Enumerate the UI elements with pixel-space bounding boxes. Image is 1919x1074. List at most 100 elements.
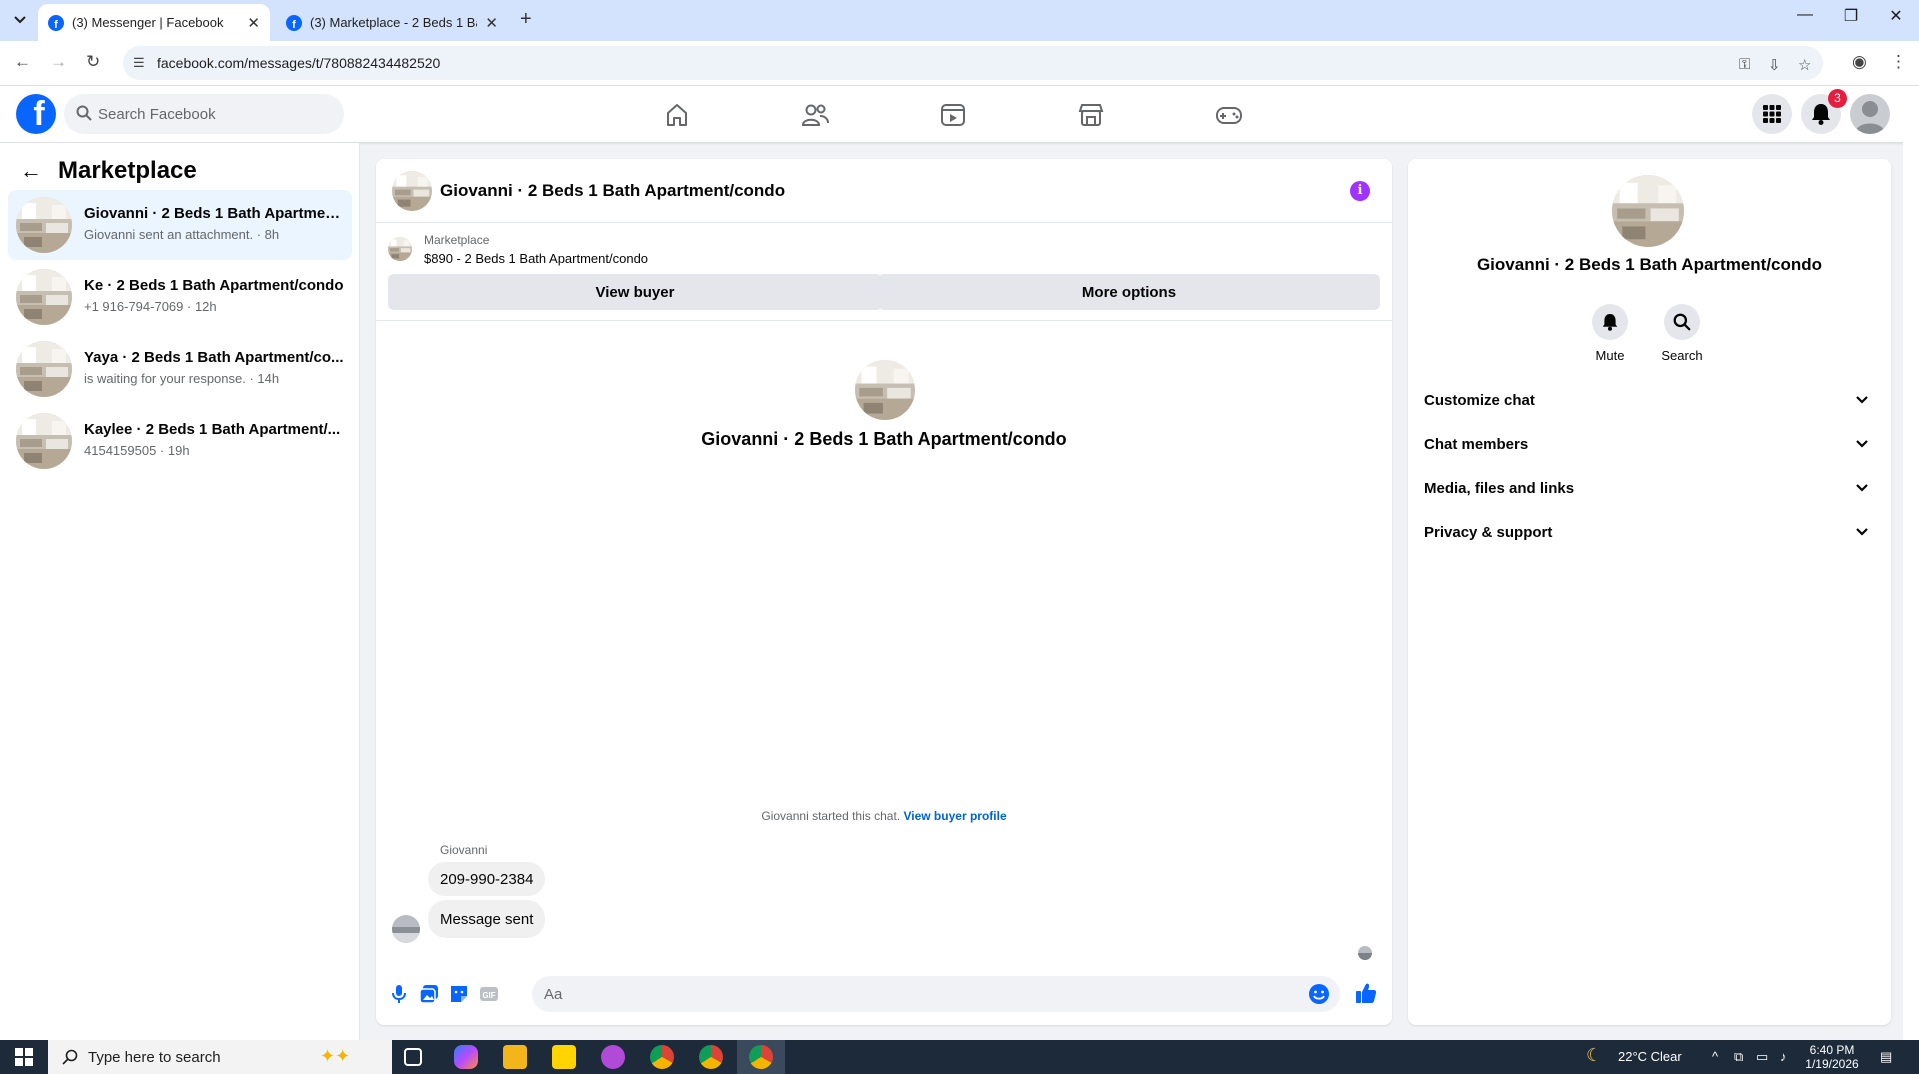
bell-icon: [1812, 104, 1830, 125]
conversation-preview: 4154159505 · 19h: [84, 443, 190, 458]
back-arrow-icon[interactable]: ←: [20, 158, 42, 184]
chat-title[interactable]: Giovanni · 2 Beds 1 Bath Apartment/condo: [440, 181, 785, 201]
more-options-button[interactable]: More options: [878, 274, 1380, 310]
conversation-item[interactable]: Yaya · 2 Beds 1 Bath Apartment/co... is …: [8, 334, 352, 404]
bookmark-star-icon[interactable]: ☆: [1798, 56, 1811, 74]
start-button[interactable]: [0, 1040, 48, 1074]
paint-icon[interactable]: [601, 1045, 625, 1069]
chevron-down-icon: [1856, 484, 1868, 492]
browser-menu-icon[interactable]: ⋮: [1890, 52, 1907, 72]
conversation-name: Kaylee · 2 Beds 1 Bath Apartment/...: [84, 421, 341, 438]
facebook-search-input[interactable]: [98, 94, 328, 134]
conversation-sidebar: ← Marketplace Giovanni · 2 Beds 1 Bath A…: [0, 143, 360, 1040]
forward-button[interactable]: →: [50, 52, 67, 72]
network-icon[interactable]: ▭: [1756, 1049, 1768, 1065]
info-icon[interactable]: i: [1350, 181, 1370, 201]
listing-source-label: Marketplace: [424, 233, 490, 247]
conversation-item[interactable]: Giovanni · 2 Beds 1 Bath Apartmen... Gio…: [8, 190, 352, 260]
customize-chat-section[interactable]: Customize chat: [1416, 379, 1883, 423]
thumbs-up-icon[interactable]: [1354, 981, 1378, 1005]
weather-text[interactable]: 22°C Clear: [1618, 1049, 1682, 1064]
conversation-item[interactable]: Ke · 2 Beds 1 Bath Apartment/condo +1 91…: [8, 262, 352, 332]
close-tab-icon[interactable]: ✕: [247, 14, 260, 32]
url-text[interactable]: facebook.com/messages/t/780882434482520: [157, 55, 440, 71]
home-icon[interactable]: [662, 100, 692, 130]
microphone-icon[interactable]: [388, 983, 410, 1005]
gaming-icon[interactable]: [1214, 100, 1244, 130]
taskbar-clock[interactable]: 6:40 PM 1/19/2026: [1800, 1043, 1864, 1071]
svg-text:GIF: GIF: [482, 991, 495, 1000]
message-input[interactable]: [544, 976, 1304, 1012]
close-tab-icon[interactable]: ✕: [485, 14, 498, 32]
profile-icon[interactable]: ◉: [1852, 52, 1867, 72]
volume-icon[interactable]: ♪: [1780, 1049, 1787, 1064]
sender-avatar[interactable]: [392, 915, 420, 943]
install-app-icon[interactable]: ⇩: [1768, 56, 1781, 74]
minimize-button[interactable]: —: [1782, 6, 1828, 24]
chat-avatar[interactable]: [392, 171, 432, 211]
gif-icon[interactable]: GIF: [478, 983, 500, 1005]
privacy-support-section[interactable]: Privacy & support: [1416, 511, 1883, 555]
listing-price-title[interactable]: $890 - 2 Beds 1 Bath Apartment/condo: [424, 251, 648, 266]
view-buyer-profile-link[interactable]: View buyer profile: [903, 809, 1006, 823]
reload-button[interactable]: ↻: [86, 52, 100, 72]
chrome-icon[interactable]: [749, 1045, 773, 1069]
hidden-icons-chevron-icon[interactable]: ^: [1712, 1049, 1718, 1064]
browser-tab-marketplace[interactable]: f (3) Marketplace - 2 Beds 1 Bath ✕: [276, 4, 508, 41]
grid-icon: [1763, 105, 1781, 123]
facebook-logo-icon[interactable]: f: [16, 94, 56, 134]
back-button[interactable]: ←: [14, 52, 31, 72]
account-avatar[interactable]: [1850, 94, 1890, 134]
page-scrollbar[interactable]: [1903, 86, 1919, 1040]
mute-action[interactable]: Mute: [1570, 304, 1650, 363]
chat-started-text: Giovanni started this chat.: [761, 809, 901, 823]
details-title: Giovanni · 2 Beds 1 Bath Apartment/condo: [1476, 255, 1823, 274]
listing-thumbnail: [16, 269, 72, 325]
chrome-icon[interactable]: [699, 1045, 723, 1069]
notification-center-icon[interactable]: ▤: [1880, 1049, 1892, 1065]
restore-button[interactable]: ❐: [1828, 6, 1874, 26]
copilot-icon[interactable]: [454, 1045, 478, 1069]
weather-moon-icon[interactable]: ☾: [1586, 1045, 1602, 1066]
password-key-icon[interactable]: ⚿: [1739, 56, 1750, 73]
search-in-chat-button[interactable]: [1664, 304, 1700, 340]
conversation-item[interactable]: Kaylee · 2 Beds 1 Bath Apartment/... 415…: [8, 406, 352, 476]
photo-icon[interactable]: [418, 983, 440, 1005]
marketplace-listing-card: Marketplace $890 - 2 Beds 1 Bath Apartme…: [376, 223, 1392, 321]
taskbar-search[interactable]: Type here to search ✦✦: [48, 1040, 392, 1074]
sticky-notes-icon[interactable]: [552, 1045, 576, 1069]
close-window-button[interactable]: ✕: [1873, 6, 1919, 26]
friends-icon[interactable]: [800, 100, 830, 130]
browser-tab-messenger[interactable]: f (3) Messenger | Facebook ✕: [38, 4, 270, 41]
details-avatar[interactable]: [1612, 175, 1684, 247]
message-input-box[interactable]: [532, 976, 1340, 1012]
facebook-favicon-icon: f: [286, 14, 302, 31]
message-bubble[interactable]: 209-990-2384: [428, 862, 546, 896]
task-view-icon[interactable]: [404, 1048, 422, 1066]
emoji-icon[interactable]: [1308, 983, 1330, 1005]
tray-icon[interactable]: ⧉: [1734, 1049, 1743, 1065]
tab-title: (3) Marketplace - 2 Beds 1 Bath: [310, 15, 478, 30]
omnibox[interactable]: ☰ facebook.com/messages/t/78088243448252…: [123, 46, 1823, 80]
message-bubble[interactable]: Message sent: [428, 900, 546, 938]
marketplace-icon[interactable]: [1076, 100, 1106, 130]
watch-icon[interactable]: [938, 100, 968, 130]
chevron-down-icon: [1856, 396, 1868, 404]
sticker-icon[interactable]: [448, 983, 470, 1005]
mute-button[interactable]: [1592, 304, 1628, 340]
conversation-name: Giovanni · 2 Beds 1 Bath Apartmen...: [84, 205, 344, 222]
search-action[interactable]: Search: [1642, 304, 1722, 363]
view-buyer-button[interactable]: View buyer: [388, 274, 882, 310]
menu-grid-button[interactable]: [1752, 94, 1792, 134]
site-info-icon[interactable]: ☰: [133, 55, 145, 71]
file-explorer-icon[interactable]: [503, 1045, 527, 1069]
new-tab-button[interactable]: +: [520, 8, 532, 31]
conversation-preview: Giovanni sent an attachment. · 8h: [84, 227, 280, 242]
media-files-links-section[interactable]: Media, files and links: [1416, 467, 1883, 511]
chrome-icon[interactable]: [650, 1045, 674, 1069]
browser-tab-bar: f (3) Messenger | Facebook ✕ f (3) Marke…: [0, 0, 1919, 41]
notification-count-badge: 3: [1828, 89, 1847, 108]
tab-search-dropdown[interactable]: [8, 9, 32, 31]
facebook-search[interactable]: [64, 94, 344, 134]
chat-members-section[interactable]: Chat members: [1416, 423, 1883, 467]
